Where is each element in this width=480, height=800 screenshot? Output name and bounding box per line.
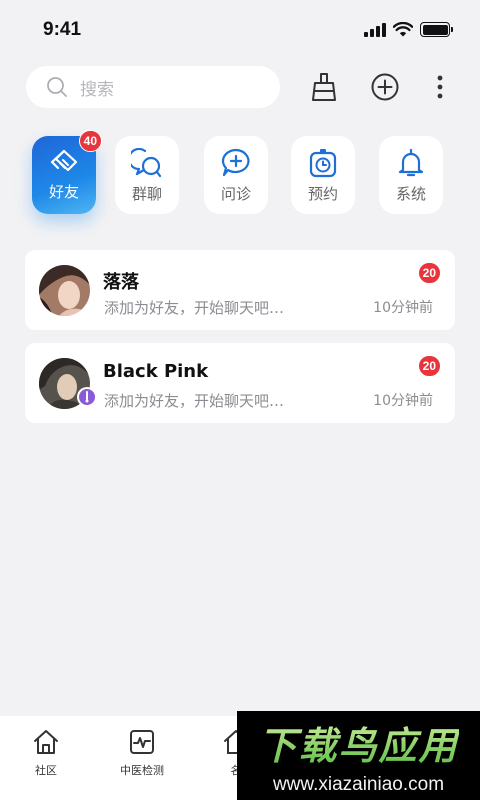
plus-circle-icon: [371, 73, 399, 101]
broom-icon: [312, 73, 336, 101]
consult-icon: [221, 148, 250, 177]
battery-icon: [420, 22, 453, 37]
more-vertical-icon: [437, 75, 443, 99]
pulse-monitor-icon: [130, 730, 154, 754]
watermark: 下载鸟应用 www.xiazainiao.com: [237, 711, 480, 800]
watermark-title: 下载鸟应用: [258, 715, 458, 770]
chat-item[interactable]: 落落 添加为好友，开始聊天吧… 10分钟前 20: [25, 250, 455, 330]
category-label: 好友: [48, 183, 79, 201]
status-bar: 9:41: [0, 0, 480, 60]
group-chat-icon: [131, 148, 162, 178]
category-group-chat[interactable]: 群聊: [115, 136, 179, 214]
search-placeholder: 搜索: [80, 79, 114, 100]
category-label: 群聊: [131, 185, 162, 203]
female-icon: [79, 389, 95, 405]
unread-badge: 20: [417, 262, 441, 284]
status-time: 9:41: [43, 19, 82, 40]
category-system[interactable]: 系统: [379, 136, 443, 214]
handshake-icon: [50, 149, 78, 172]
home-icon: [34, 730, 58, 754]
chat-time: 10分钟前: [373, 393, 433, 409]
category-friends[interactable]: 好友 40: [32, 130, 102, 214]
chat-name: 落落: [103, 272, 139, 293]
avatar: [39, 265, 90, 316]
search-icon: [47, 77, 67, 97]
wifi-icon: [393, 22, 413, 37]
nav-label: 社区: [35, 764, 57, 777]
signal-icon: [364, 22, 386, 37]
status-icons: [364, 22, 453, 37]
category-label: 预约: [307, 185, 338, 203]
category-consult[interactable]: 问诊: [204, 136, 268, 214]
nav-item-community[interactable]: 社区: [6, 728, 86, 778]
unread-badge: 40: [78, 130, 102, 152]
appointment-icon: [309, 149, 337, 178]
chat-item[interactable]: Black Pink 添加为好友，开始聊天吧… 10分钟前 20: [25, 343, 455, 423]
gender-badge: [77, 387, 97, 407]
category-appointment[interactable]: 预约: [291, 136, 355, 214]
add-button[interactable]: [368, 70, 402, 104]
search-input[interactable]: 搜索: [26, 66, 280, 108]
chat-name: Black Pink: [103, 361, 209, 382]
watermark-url: www.xiazainiao.com: [272, 774, 445, 795]
chat-time: 10分钟前: [373, 300, 433, 316]
clear-button[interactable]: [307, 70, 341, 104]
category-label: 问诊: [220, 185, 251, 203]
more-button[interactable]: [423, 70, 457, 104]
nav-label: 中医检测: [120, 764, 164, 777]
chat-preview: 添加为好友，开始聊天吧…: [104, 392, 285, 410]
bell-icon: [398, 148, 424, 177]
unread-badge: 20: [417, 355, 441, 377]
category-label: 系统: [395, 185, 426, 203]
nav-item-tcm-detection[interactable]: 中医检测: [102, 728, 182, 778]
chat-preview: 添加为好友，开始聊天吧…: [104, 299, 285, 317]
